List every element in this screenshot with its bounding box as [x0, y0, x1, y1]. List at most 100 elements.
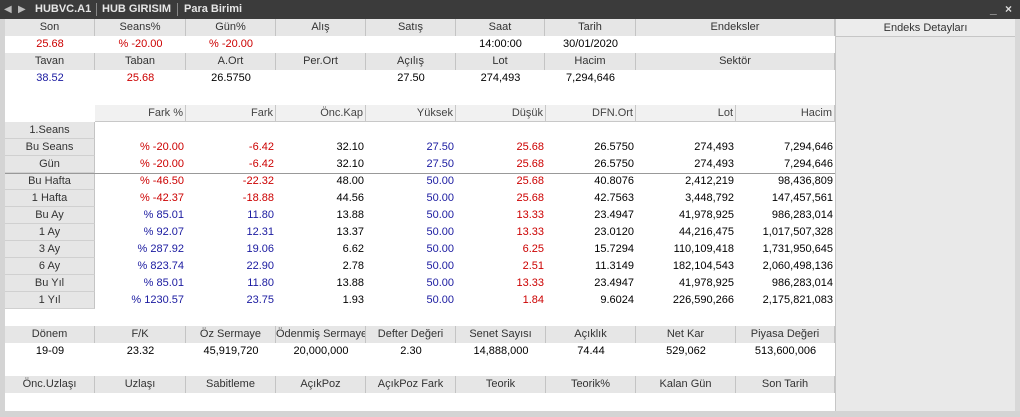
- grid-cell: 182,104,543: [672, 260, 734, 272]
- grid-cell: 274,493: [694, 158, 734, 170]
- grid-cell: % -42.37: [139, 192, 184, 204]
- row-label: 6 Ay: [5, 258, 95, 275]
- row-label: Bu Yıl: [5, 275, 95, 292]
- symbol-title[interactable]: HUBVC.A1: [35, 0, 91, 19]
- stats-grid-row: Gün % -20.00 -6.42 32.10 27.50 25.68 26.5750 27…: [5, 156, 835, 173]
- grid-cell: 50.00: [426, 277, 454, 289]
- col-header: AçıkPoz: [276, 376, 366, 393]
- grid-cell: 1.93: [342, 294, 364, 306]
- period-avg-value: [276, 70, 366, 87]
- grid-cell: 32.10: [336, 141, 364, 153]
- col-header: Per.Ort: [276, 53, 366, 70]
- forward-arrow-icon[interactable]: ▶: [18, 0, 26, 19]
- grid-cell: % -20.00: [139, 158, 184, 170]
- grid-cell: 9.6024: [600, 294, 634, 306]
- grid-cell: 13.33: [516, 277, 544, 289]
- col-header: Endeksler: [636, 19, 835, 36]
- col-header: Sabitleme: [186, 376, 276, 393]
- col-header: Piyasa Değeri: [736, 326, 835, 343]
- grid-cell: [736, 122, 835, 139]
- col-header: A.Ort: [186, 53, 276, 70]
- col-header: Tarih: [545, 19, 636, 36]
- grid-cell: % -46.50: [139, 175, 184, 187]
- open-value: 27.50: [397, 72, 425, 84]
- grid-cell: 986,283,014: [771, 209, 833, 221]
- grid-cell: 986,283,014: [771, 277, 833, 289]
- grid-cell: 11.80: [247, 209, 274, 221]
- grid-cell: 13.88: [336, 209, 364, 221]
- stats-grid-row: 1 Ay % 92.07 12.31 13.37 50.00 13.33 23.0120 44…: [5, 224, 835, 241]
- grid-cell: 48.00: [336, 175, 364, 187]
- minimize-icon[interactable]: _: [990, 0, 997, 19]
- grid-cell: 19.06: [246, 243, 274, 255]
- stats-grid-row: 1.Seans: [5, 122, 835, 139]
- col-header: Hacim: [545, 53, 636, 70]
- grid-cell: 50.00: [426, 175, 454, 187]
- col-header: Son Tarih: [736, 376, 835, 393]
- currency-selector[interactable]: Para Birimi: [184, 0, 242, 19]
- col-header: Önc.Kap: [276, 105, 366, 122]
- grid-cell: 2,175,821,083: [762, 294, 833, 306]
- col-header: Lot: [636, 105, 736, 122]
- last-price-value: 25.68: [36, 38, 64, 50]
- summary-value-row-1: 25.68 % -20.00 % -20.00 14:00:00 30/01/2…: [5, 36, 835, 53]
- grid-cell: 32.10: [336, 158, 364, 170]
- grid-cell: 44.56: [336, 192, 364, 204]
- col-header: Açılış: [366, 53, 456, 70]
- row-label: Bu Ay: [5, 207, 95, 224]
- grid-cell: -6.42: [248, 158, 274, 170]
- col-header: Fark %: [95, 105, 186, 122]
- col-header: Ödenmiş Sermaye: [276, 326, 366, 343]
- grid-cell: 110,109,418: [673, 243, 734, 255]
- col-header: AçıkPoz Fark: [366, 376, 456, 393]
- grid-cell: 13.37: [336, 226, 364, 238]
- grid-cell: 147,457,561: [771, 192, 833, 204]
- col-header: Defter Değeri: [366, 326, 456, 343]
- grid-cell: 50.00: [426, 243, 454, 255]
- back-arrow-icon[interactable]: ◀: [4, 0, 12, 19]
- grid-cell: 40.8076: [594, 175, 634, 187]
- grid-cell: 7,294,646: [784, 141, 833, 153]
- col-header: Seans%: [95, 19, 186, 36]
- window-titlebar: ◀ ▶ HUBVC.A1 HUB GIRISIM Para Birimi _ ×: [0, 0, 1020, 19]
- grid-cell: 41,978,925: [678, 209, 734, 221]
- grid-cell: 25.68: [516, 141, 544, 153]
- bid-value: [276, 36, 366, 53]
- grid-cell: % 85.01: [143, 209, 184, 221]
- grid-cell: 274,493: [694, 141, 734, 153]
- row-label: 1 Ay: [5, 224, 95, 241]
- grid-cell: [276, 122, 366, 139]
- grid-cell: 7,294,646: [784, 158, 833, 170]
- col-header: Öz Sermaye: [186, 326, 276, 343]
- grid-cell: 12.31: [246, 226, 274, 238]
- grid-cell: 2,060,498,136: [762, 260, 833, 272]
- grid-cell: [366, 122, 456, 139]
- row-label: Bu Hafta: [5, 173, 95, 190]
- net-profit-value: 529,062: [666, 345, 706, 357]
- col-header: Açıklık: [546, 326, 636, 343]
- grid-cell: -6.42: [248, 141, 274, 153]
- company-title[interactable]: HUB GIRISIM: [102, 0, 171, 19]
- grid-cell: 23.4947: [594, 209, 634, 221]
- close-icon[interactable]: ×: [1005, 0, 1012, 19]
- summary-value-row-2: 38.52 25.68 26.5750 27.50 274,493 7,294,…: [5, 70, 835, 87]
- row-label: 3 Ay: [5, 241, 95, 258]
- col-header: DFN.Ort: [546, 105, 636, 122]
- stats-grid-row: 3 Ay % 287.92 19.06 6.62 50.00 6.25 15.7294 110…: [5, 241, 835, 258]
- row-label: Gün: [5, 156, 95, 173]
- row-label: Bu Seans: [5, 139, 95, 156]
- grid-cell: 1,017,507,328: [762, 226, 833, 238]
- grid-cell: 25.68: [516, 175, 544, 187]
- volume-value: 7,294,646: [566, 72, 615, 84]
- title-separator: [177, 3, 178, 16]
- grid-cell: 23.75: [246, 294, 274, 306]
- grid-cell: % 85.01: [143, 277, 184, 289]
- grid-cell: 13.33: [516, 209, 544, 221]
- col-header: Sektör: [636, 53, 835, 70]
- col-header: Hacim: [736, 105, 835, 122]
- day-change-value: % -20.00: [208, 38, 254, 50]
- grid-cell: 226,590,266: [672, 294, 734, 306]
- grid-cell: [186, 122, 276, 139]
- ceiling-value: 38.52: [36, 72, 64, 84]
- right-scrollbar[interactable]: [1015, 19, 1020, 411]
